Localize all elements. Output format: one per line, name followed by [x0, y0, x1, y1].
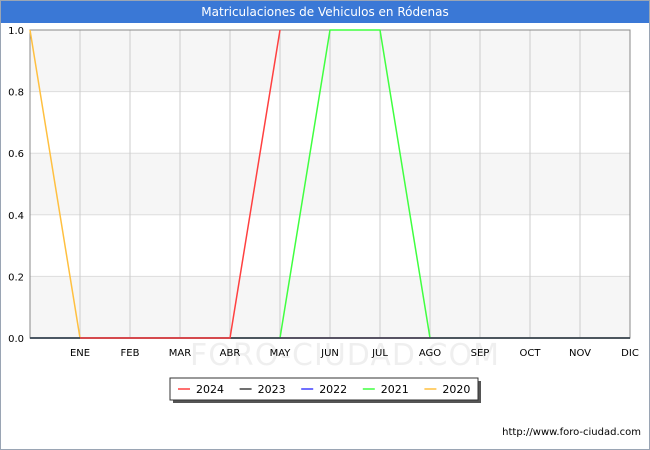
- x-tick-label: MAR: [169, 348, 191, 359]
- footer-url[interactable]: http://www.foro-ciudad.com: [502, 427, 641, 438]
- legend-label-2024: 2024: [196, 383, 224, 396]
- legend-label-2020: 2020: [442, 383, 470, 396]
- y-tick-label: 0.4: [8, 211, 24, 222]
- chart-svg: 0.00.20.40.60.81.0ENE FEB MAR ABR MAY JUN JUL A…: [8, 26, 639, 403]
- watermark: FORO-CIUDAD.COM: [190, 338, 500, 373]
- x-tick-label: DIC: [621, 348, 639, 359]
- legend-label-2021: 2021: [381, 383, 409, 396]
- x-tick-label: NOV: [569, 348, 591, 359]
- y-tick-label: 0.8: [8, 88, 24, 99]
- y-tick-label: 0.6: [8, 149, 24, 160]
- legend-label-2022: 2022: [319, 383, 347, 396]
- x-tick-label: ENE: [70, 348, 90, 359]
- y-tick-label: 0.2: [8, 272, 24, 283]
- legend-label-2023: 2023: [258, 383, 286, 396]
- x-tick-label: FEB: [121, 348, 140, 359]
- y-tick-label: 1.0: [8, 26, 24, 37]
- y-tick-label: 0.0: [8, 334, 24, 345]
- x-tick-label: OCT: [520, 348, 542, 359]
